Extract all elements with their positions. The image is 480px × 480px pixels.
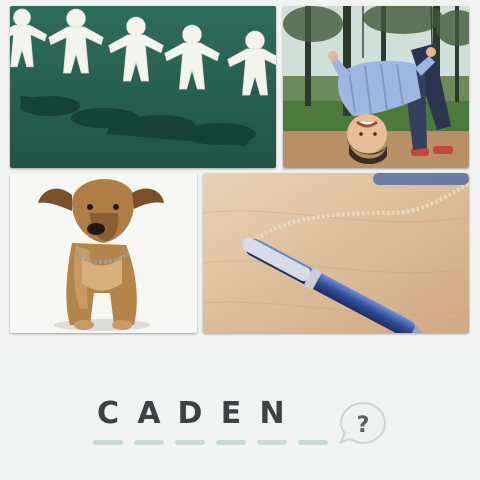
pen-image (203, 173, 469, 333)
answer-letter: E (220, 396, 242, 431)
answer-slot-1[interactable]: C (93, 396, 123, 450)
slot-underline (134, 440, 164, 445)
paper-dolls-image (10, 6, 276, 168)
hint-button[interactable]: ? (337, 400, 389, 448)
question-bubble-icon: ? (339, 401, 387, 445)
answer-slot-2[interactable]: A (134, 396, 164, 450)
answer-letter: N (259, 396, 285, 431)
dog-image (10, 173, 197, 333)
answer-slot-4[interactable]: E (216, 396, 246, 450)
boy-swing-image (283, 6, 469, 168)
answer-slot-3[interactable]: D (175, 396, 205, 450)
answer-slot-6[interactable] (298, 396, 328, 450)
picture-dog[interactable] (10, 173, 197, 333)
slot-underline (93, 440, 123, 445)
slot-underline (298, 440, 328, 445)
game-screen: C A D E N ? (0, 0, 480, 480)
answer-letter: A (137, 396, 161, 431)
slot-underline (175, 440, 205, 445)
answer-letter: C (96, 396, 120, 431)
picture-paper-dolls[interactable] (10, 6, 276, 168)
answer-slot-5[interactable]: N (257, 396, 287, 450)
picture-pen[interactable] (203, 173, 469, 333)
hint-symbol: ? (357, 413, 370, 438)
answer-slots: C A D E N (86, 396, 346, 450)
picture-boy-swing[interactable] (283, 6, 469, 168)
slot-underline (257, 440, 287, 445)
answer-letter: D (177, 396, 203, 431)
slot-underline (216, 440, 246, 445)
